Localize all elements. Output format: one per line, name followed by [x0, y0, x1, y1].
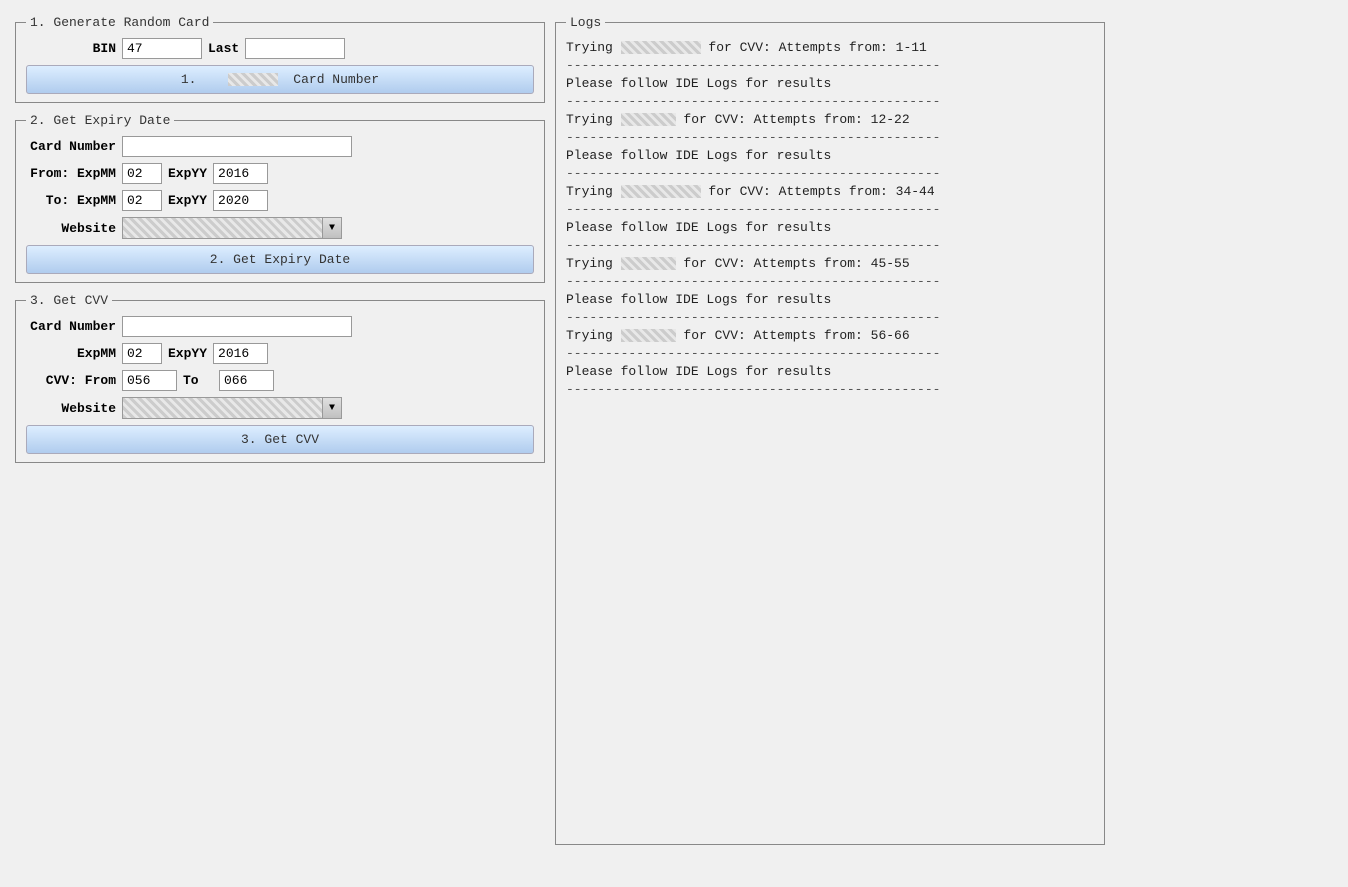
- last-label: Last: [208, 41, 239, 56]
- section2-from-row: From: ExpMM ExpYY: [26, 163, 534, 184]
- section2-website-select-wrapper: ▼: [122, 217, 342, 239]
- section3-card-row: Card Number: [26, 316, 534, 337]
- right-panel: Logs Trying for CVV: Attempts from: 1-11…: [550, 10, 1110, 860]
- get-expiry-button[interactable]: 2. Get Expiry Date: [26, 245, 534, 274]
- masked-3: [621, 113, 676, 126]
- section3-website-label: Website: [26, 401, 116, 416]
- section3-legend: 3. Get CVV: [26, 293, 112, 308]
- section2-card-label: Card Number: [26, 139, 116, 154]
- section3-card-label: Card Number: [26, 319, 116, 334]
- log-line-6: Please follow IDE Logs for results: [566, 218, 1094, 237]
- log-line-1: Trying for CVV: Attempts from: 1-11: [566, 38, 1094, 57]
- logs-content: Trying for CVV: Attempts from: 1-11 ----…: [566, 38, 1094, 398]
- section3-card-input[interactable]: [122, 316, 352, 337]
- divider-5: ----------------------------------------…: [566, 201, 1094, 218]
- divider-4: ----------------------------------------…: [566, 165, 1094, 182]
- section3-cvv-to-input[interactable]: [219, 370, 274, 391]
- divider-7: ----------------------------------------…: [566, 273, 1094, 290]
- divider-6: ----------------------------------------…: [566, 237, 1094, 254]
- section3-website-row: Website ▼: [26, 397, 534, 419]
- divider-2: ----------------------------------------…: [566, 93, 1094, 110]
- section3-expyy-input[interactable]: [213, 343, 268, 364]
- section3-expmm-label: ExpMM: [26, 346, 116, 361]
- generate-card-button[interactable]: 1. Card Number: [26, 65, 534, 94]
- masked-5: [621, 185, 701, 198]
- section3-cvv-to-label: To: [183, 373, 213, 388]
- log-line-2: Please follow IDE Logs for results: [566, 74, 1094, 93]
- log-line-8: Please follow IDE Logs for results: [566, 290, 1094, 309]
- section2-to-label: To: ExpMM: [26, 193, 116, 208]
- section3-fieldset: 3. Get CVV Card Number ExpMM ExpYY CVV: …: [15, 293, 545, 463]
- section2-website-masked: [122, 217, 322, 239]
- section2-card-row: Card Number: [26, 136, 534, 157]
- section3-expyy-label: ExpYY: [168, 346, 207, 361]
- section2-website-row: Website ▼: [26, 217, 534, 239]
- section3-website-masked: [122, 397, 322, 419]
- section2-dropdown-btn[interactable]: ▼: [322, 217, 342, 239]
- section2-fieldset: 2. Get Expiry Date Card Number From: Exp…: [15, 113, 545, 283]
- log-line-9: Trying for CVV: Attempts from: 56-66: [566, 326, 1094, 345]
- masked-9: [621, 329, 676, 342]
- section2-website-label: Website: [26, 221, 116, 236]
- section3-expmm-input[interactable]: [122, 343, 162, 364]
- section3-exp-row: ExpMM ExpYY: [26, 343, 534, 364]
- section1-legend: 1. Generate Random Card: [26, 15, 213, 30]
- divider-1: ----------------------------------------…: [566, 57, 1094, 74]
- section1-bin-row: BIN Last: [26, 38, 534, 59]
- masked-1: [621, 41, 701, 54]
- log-line-10: Please follow IDE Logs for results: [566, 362, 1094, 381]
- section2-from-mm-input[interactable]: [122, 163, 162, 184]
- divider-9: ----------------------------------------…: [566, 345, 1094, 362]
- section3-website-select-wrapper: ▼: [122, 397, 342, 419]
- log-line-3: Trying for CVV: Attempts from: 12-22: [566, 110, 1094, 129]
- section2-to-yy-input[interactable]: [213, 190, 268, 211]
- section2-from-label: From: ExpMM: [26, 166, 116, 181]
- logs-fieldset: Logs Trying for CVV: Attempts from: 1-11…: [555, 15, 1105, 845]
- get-cvv-button[interactable]: 3. Get CVV: [26, 425, 534, 454]
- section2-legend: 2. Get Expiry Date: [26, 113, 174, 128]
- divider-10: ----------------------------------------…: [566, 381, 1094, 398]
- section2-to-mm-input[interactable]: [122, 190, 162, 211]
- log-line-5: Trying for CVV: Attempts from: 34-44: [566, 182, 1094, 201]
- last-input[interactable]: [245, 38, 345, 59]
- section3-cvv-row: CVV: From To: [26, 370, 534, 391]
- left-panel: 1. Generate Random Card BIN Last 1. Card…: [10, 10, 550, 860]
- section3-cvv-from-input[interactable]: [122, 370, 177, 391]
- divider-8: ----------------------------------------…: [566, 309, 1094, 326]
- masked-7: [621, 257, 676, 270]
- log-line-7: Trying for CVV: Attempts from: 45-55: [566, 254, 1094, 273]
- main-container: 1. Generate Random Card BIN Last 1. Card…: [10, 10, 1110, 860]
- bin-input[interactable]: [122, 38, 202, 59]
- section2-from-yy-label: ExpYY: [168, 166, 207, 181]
- section3-cvv-from-label: CVV: From: [26, 373, 116, 388]
- section3-dropdown-btn[interactable]: ▼: [322, 397, 342, 419]
- logs-legend: Logs: [566, 15, 605, 30]
- section2-to-yy-label: ExpYY: [168, 193, 207, 208]
- section2-from-yy-input[interactable]: [213, 163, 268, 184]
- section2-to-row: To: ExpMM ExpYY: [26, 190, 534, 211]
- divider-3: ----------------------------------------…: [566, 129, 1094, 146]
- section2-card-input[interactable]: [122, 136, 352, 157]
- bin-label: BIN: [26, 41, 116, 56]
- log-line-4: Please follow IDE Logs for results: [566, 146, 1094, 165]
- section1-fieldset: 1. Generate Random Card BIN Last 1. Card…: [15, 15, 545, 103]
